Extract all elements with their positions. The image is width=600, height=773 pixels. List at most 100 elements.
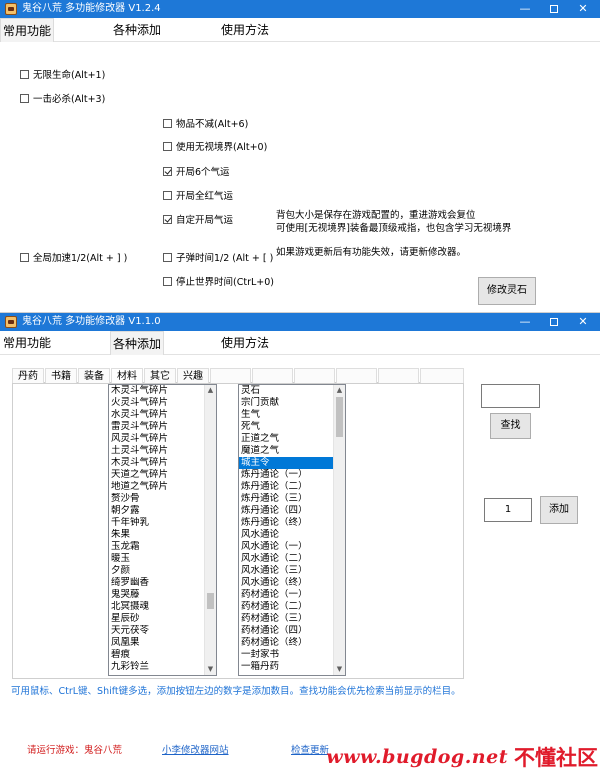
list-item[interactable]: 木灵斗气碎片 xyxy=(109,385,204,397)
list-item[interactable]: 玉龙霜 xyxy=(109,541,204,553)
app-icon xyxy=(5,316,17,328)
scroll-thumb[interactable] xyxy=(207,593,214,609)
minimize-icon[interactable]: — xyxy=(514,1,536,17)
items-listbox[interactable]: 灵石 宗门贡献 生气 死气 正道之气 魔道之气 城主令 炼丹通论（一） 炼丹通论（二） 炼丹通论（… xyxy=(238,384,346,676)
maximize-icon[interactable] xyxy=(543,1,565,17)
close-icon[interactable]: ✕ xyxy=(572,1,594,17)
scroll-up-icon[interactable]: ▲ xyxy=(334,385,345,396)
list-item[interactable]: 风水通论 xyxy=(239,529,333,541)
scroll-thumb[interactable] xyxy=(336,397,343,437)
tab-usage[interactable]: 使用方法 xyxy=(218,331,272,355)
list-item[interactable]: 一箱丹药 xyxy=(239,661,333,673)
list-item[interactable]: 北冥摄魂 xyxy=(109,601,204,613)
tab-pills[interactable]: 丹药 xyxy=(12,368,44,383)
one-hit-kill-checkbox[interactable]: 一击必杀(Alt+3) xyxy=(20,91,105,105)
scroll-down-icon[interactable]: ▼ xyxy=(205,664,216,675)
list-item[interactable]: 九彩铃兰 xyxy=(109,661,204,673)
list-item[interactable]: 炼丹通论（三） xyxy=(239,493,333,505)
list-item[interactable]: 药材通论（四） xyxy=(239,625,333,637)
list-item[interactable]: 天元茯苓 xyxy=(109,625,204,637)
vertical-scrollbar[interactable]: ▲ ▼ xyxy=(333,385,345,675)
tab-common-functions[interactable]: 常用功能 xyxy=(0,331,54,355)
quantity-input[interactable]: 1 xyxy=(484,498,532,522)
title-bar[interactable]: 鬼谷八荒 多功能修改器 V1.1.0 — ✕ xyxy=(0,313,600,331)
list-item[interactable]: 药材通论（一） xyxy=(239,589,333,601)
list-item[interactable]: 死气 xyxy=(239,421,333,433)
list-item[interactable]: 地道之气碎片 xyxy=(109,481,204,493)
list-item[interactable]: 千年钟乳 xyxy=(109,517,204,529)
scroll-up-icon[interactable]: ▲ xyxy=(205,385,216,396)
list-item[interactable]: 风水通论（三） xyxy=(239,565,333,577)
list-item[interactable]: 药材通论（二） xyxy=(239,601,333,613)
list-item[interactable]: 正道之气 xyxy=(239,433,333,445)
list-item[interactable]: 药材通论（终） xyxy=(239,637,333,649)
search-input[interactable] xyxy=(481,384,540,408)
custom-fortunes-checkbox[interactable]: 自定开局气运 xyxy=(163,212,233,226)
list-item[interactable]: 夕颜 xyxy=(109,565,204,577)
global-speed-checkbox[interactable]: 全局加速1/2(Alt + ] ) xyxy=(20,250,127,264)
tab-usage[interactable]: 使用方法 xyxy=(218,18,272,42)
tab-common-functions[interactable]: 常用功能 xyxy=(0,18,54,42)
list-item[interactable]: 绮罗幽香 xyxy=(109,577,204,589)
list-item[interactable]: 炼丹通论（二） xyxy=(239,481,333,493)
title-bar[interactable]: 鬼谷八荒 多功能修改器 V1.2.4 — ✕ xyxy=(0,0,600,18)
list-item[interactable]: 炼丹通论（一） xyxy=(239,469,333,481)
list-item[interactable]: 暖玉 xyxy=(109,553,204,565)
vertical-scrollbar[interactable]: ▲ ▼ xyxy=(204,385,216,675)
materials-items: 木灵斗气碎片 火灵斗气碎片 水灵斗气碎片 雷灵斗气碎片 风灵斗气碎片 土灵斗气碎片 木灵斗气… xyxy=(109,385,204,673)
tab-interests[interactable]: 兴趣 xyxy=(177,368,209,383)
trainer-site-link[interactable]: 小李修改器网站 xyxy=(162,742,229,756)
list-item[interactable]: 一封家书 xyxy=(239,649,333,661)
infinite-health-checkbox[interactable]: 无限生命(Alt+1) xyxy=(20,67,105,81)
list-item[interactable]: 生气 xyxy=(239,409,333,421)
add-button[interactable]: 添加 xyxy=(540,496,578,524)
close-icon[interactable]: ✕ xyxy=(572,314,594,330)
minimize-icon[interactable]: — xyxy=(514,314,536,330)
modify-spirit-stones-button[interactable]: 修改灵石 xyxy=(478,277,536,305)
list-item[interactable]: 魔道之气 xyxy=(239,445,333,457)
checkbox-label: 物品不减(Alt+6) xyxy=(176,119,249,130)
list-item[interactable]: 城主令 xyxy=(239,457,333,469)
bullet-time-checkbox[interactable]: 子弹时间1/2 (Alt + [ ) xyxy=(163,250,273,264)
list-item[interactable]: 星辰砂 xyxy=(109,613,204,625)
list-item[interactable]: 土灵斗气碎片 xyxy=(109,445,204,457)
materials-listbox[interactable]: 木灵斗气碎片 火灵斗气碎片 水灵斗气碎片 雷灵斗气碎片 风灵斗气碎片 土灵斗气碎片 木灵斗气… xyxy=(108,384,217,676)
six-fortunes-checkbox[interactable]: 开局6个气运 xyxy=(163,164,230,178)
tab-books[interactable]: 书籍 xyxy=(45,368,77,383)
list-item[interactable]: 风水通论（一） xyxy=(239,541,333,553)
list-item[interactable]: 碧痕 xyxy=(109,649,204,661)
list-item[interactable]: 鬼哭藤 xyxy=(109,589,204,601)
list-item[interactable]: 赘沙骨 xyxy=(109,493,204,505)
scroll-down-icon[interactable]: ▼ xyxy=(334,664,345,675)
list-item[interactable]: 朱果 xyxy=(109,529,204,541)
maximize-icon[interactable] xyxy=(543,314,565,330)
list-item[interactable]: 药材通论（三） xyxy=(239,613,333,625)
list-item[interactable]: 风灵斗气碎片 xyxy=(109,433,204,445)
list-item[interactable]: 凤凰果 xyxy=(109,637,204,649)
stop-world-time-checkbox[interactable]: 停止世界时间(CtrL+0) xyxy=(163,274,274,288)
list-item[interactable]: 火灵斗气碎片 xyxy=(109,397,204,409)
search-button[interactable]: 查找 xyxy=(490,413,531,439)
tab-add-items[interactable]: 各种添加 xyxy=(110,331,164,355)
list-item[interactable]: 炼丹通论（终） xyxy=(239,517,333,529)
list-item[interactable]: 风水通论（二） xyxy=(239,553,333,565)
app-icon xyxy=(5,3,17,15)
list-item[interactable]: 灵石 xyxy=(239,385,333,397)
checkbox-label: 使用无视境界(Alt+0) xyxy=(176,142,268,153)
list-item[interactable]: 宗门贡献 xyxy=(239,397,333,409)
tab-add-items[interactable]: 各种添加 xyxy=(110,18,164,42)
check-update-link[interactable]: 检查更新 xyxy=(291,742,329,756)
tab-other[interactable]: 其它 xyxy=(144,368,176,383)
list-item[interactable]: 木灵斗气碎片 xyxy=(109,457,204,469)
list-item[interactable]: 炼丹通论（四） xyxy=(239,505,333,517)
list-item[interactable]: 风水通论（终） xyxy=(239,577,333,589)
tab-materials[interactable]: 材料 xyxy=(111,368,143,383)
tab-equipment[interactable]: 装备 xyxy=(78,368,110,383)
all-red-fortunes-checkbox[interactable]: 开局全红气运 xyxy=(163,188,233,202)
list-item[interactable]: 朝夕露 xyxy=(109,505,204,517)
ignore-realm-checkbox[interactable]: 使用无视境界(Alt+0) xyxy=(163,139,267,153)
list-item[interactable]: 水灵斗气碎片 xyxy=(109,409,204,421)
list-item[interactable]: 天道之气碎片 xyxy=(109,469,204,481)
items-no-decrease-checkbox[interactable]: 物品不减(Alt+6) xyxy=(163,116,248,130)
list-item[interactable]: 雷灵斗气碎片 xyxy=(109,421,204,433)
